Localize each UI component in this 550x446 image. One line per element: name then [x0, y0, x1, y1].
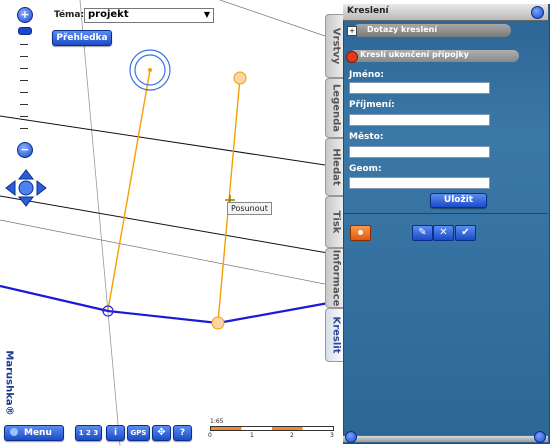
endpoint-marker	[233, 71, 247, 85]
draw-point-button[interactable]	[350, 225, 371, 241]
query-header-label: Dotazy kreslení	[367, 25, 438, 34]
tab-hledat[interactable]: Hledat	[325, 138, 345, 196]
panel-resize-handle[interactable]	[343, 435, 548, 442]
menu-icon	[10, 428, 18, 436]
pan-up-icon	[17, 169, 35, 180]
marushka-logo: Marushka®	[3, 350, 15, 416]
panel-divider	[343, 213, 548, 214]
field-label-geom: Geom:	[349, 164, 382, 174]
theme-value: projekt	[88, 9, 129, 20]
panel-title: Kreslení	[347, 6, 389, 16]
section-header-label: Kreslí ukončení přípojky	[360, 50, 469, 59]
tab-tisk[interactable]: Tisk	[325, 196, 345, 248]
scale-tick-1: 1	[250, 432, 254, 439]
check-icon: ✔	[461, 227, 470, 238]
compass-button[interactable]: ✥	[152, 425, 171, 441]
expand-icon: +	[347, 26, 357, 36]
gps-button[interactable]: GPS	[127, 425, 150, 441]
scale-select-button[interactable]: 1 2 3	[75, 425, 102, 441]
draw-line-button[interactable]: ✎	[412, 225, 433, 241]
confirm-button[interactable]: ✔	[455, 225, 476, 241]
panel-titlebar: Kreslení	[343, 4, 548, 21]
zoom-slider-handle[interactable]	[18, 27, 32, 35]
scale-tick-3: 3	[330, 432, 334, 439]
jmeno-field[interactable]	[349, 82, 490, 94]
mesto-field[interactable]	[349, 146, 490, 158]
delete-button[interactable]: ✕	[433, 225, 454, 241]
scale-tick-0: 0	[208, 432, 212, 439]
pencil-icon: ✎	[418, 227, 427, 238]
zoom-out-icon[interactable]: −	[17, 142, 33, 158]
menu-button[interactable]: Menu	[4, 425, 64, 441]
tab-informace[interactable]: Informace	[325, 248, 345, 308]
scale-label: 1:65	[210, 418, 224, 425]
field-label-jmeno: Jméno:	[349, 70, 385, 80]
save-button[interactable]: Uložit	[430, 193, 487, 208]
pan-control[interactable]	[4, 168, 48, 208]
section-header: Kreslí ukončení přípojky	[346, 50, 519, 63]
pan-center-icon	[18, 180, 34, 196]
panel-bottom-close-icon[interactable]	[534, 431, 546, 443]
info-button[interactable]: i	[106, 425, 125, 441]
pan-left-icon	[5, 179, 16, 197]
help-button[interactable]: ?	[173, 425, 192, 441]
red-marker-icon	[346, 51, 358, 63]
field-label-mesto: Město:	[349, 132, 384, 142]
map-tooltip: Posunout	[227, 202, 272, 215]
point-icon	[358, 230, 363, 235]
scale-tick-2: 2	[290, 432, 294, 439]
theme-select[interactable]: projekt ▼	[84, 8, 214, 23]
overview-button[interactable]: Přehledka	[52, 30, 112, 46]
junction-marker	[211, 316, 225, 330]
pan-down-icon	[17, 196, 35, 207]
theme-label: Téma:	[54, 10, 85, 20]
scale-bar	[210, 426, 334, 431]
close-icon: ✕	[439, 227, 448, 238]
query-header[interactable]: + Dotazy kreslení	[347, 24, 511, 37]
compass-icon: ✥	[157, 427, 166, 438]
prijmeni-field[interactable]	[349, 114, 490, 126]
chevron-down-icon: ▼	[203, 10, 210, 19]
panel-close-icon[interactable]	[531, 6, 544, 19]
geom-field[interactable]	[349, 177, 490, 189]
field-label-prijmeni: Příjmení:	[349, 100, 395, 110]
zoom-in-icon[interactable]: +	[17, 7, 33, 23]
panel-bottom-left-icon[interactable]	[345, 431, 357, 443]
tab-kreslit[interactable]: Kreslit	[325, 308, 345, 362]
tab-legenda[interactable]: Legenda	[325, 78, 345, 138]
pan-right-icon	[36, 179, 47, 197]
tab-vrstvy[interactable]: Vrstvy	[325, 14, 345, 78]
